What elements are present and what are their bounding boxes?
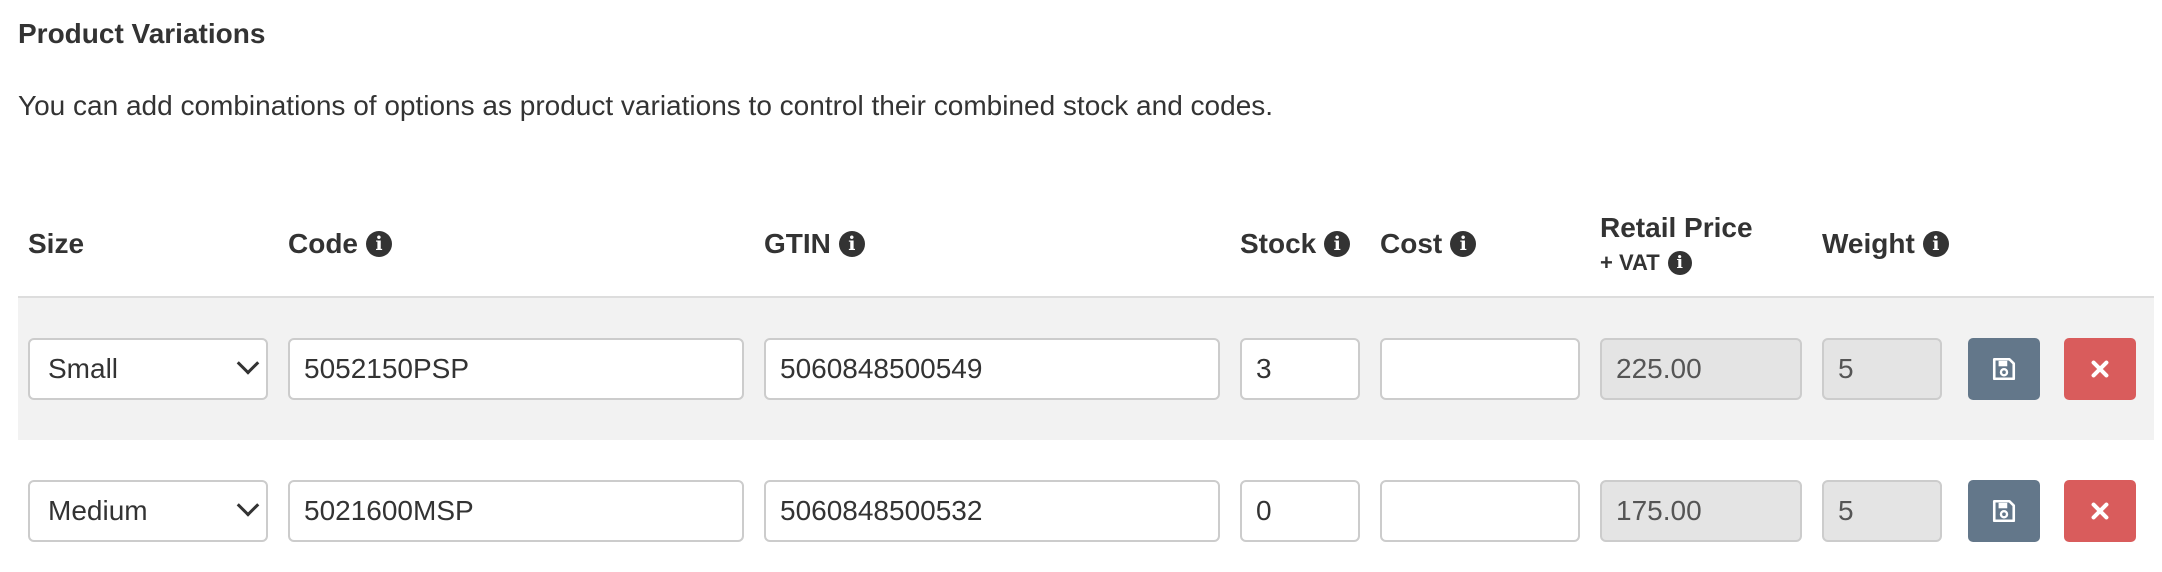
table-row: Small 5052150PSP 5060848500549 3 225.00 … bbox=[18, 298, 2154, 440]
info-icon[interactable]: i bbox=[1324, 231, 1351, 257]
gtin-input[interactable]: 5060848500549 bbox=[764, 338, 1220, 400]
info-icon[interactable]: i bbox=[1667, 251, 1692, 275]
code-input[interactable]: 5021600MSP bbox=[288, 480, 744, 542]
table-row: Medium 5021600MSP 5060848500532 0 175.00… bbox=[18, 440, 2154, 572]
retail-price-field: 175.00 bbox=[1600, 480, 1802, 542]
stock-input[interactable]: 3 bbox=[1240, 338, 1360, 400]
section-description: You can add combinations of options as p… bbox=[18, 90, 1274, 121]
section-title: Product Variations bbox=[18, 18, 266, 49]
weight-field: 5 bbox=[1822, 338, 1942, 400]
save-button[interactable] bbox=[1968, 338, 2040, 400]
info-icon[interactable]: i bbox=[838, 231, 865, 257]
info-icon[interactable]: i bbox=[1450, 231, 1477, 257]
cost-input[interactable] bbox=[1380, 338, 1580, 400]
chevron-down-icon bbox=[236, 352, 260, 375]
floppy-disk-icon bbox=[1992, 499, 2016, 523]
weight-field: 5 bbox=[1822, 480, 1942, 542]
code-input[interactable]: 5052150PSP bbox=[288, 338, 744, 400]
retail-price-vat-note: + VAT i bbox=[1600, 250, 1692, 276]
close-icon bbox=[2091, 502, 2109, 520]
size-select[interactable]: Medium bbox=[28, 480, 268, 542]
column-header-gtin: GTIN i bbox=[764, 212, 865, 276]
column-header-weight: Weight i bbox=[1822, 212, 1949, 276]
retail-price-field: 225.00 bbox=[1600, 338, 1802, 400]
column-header-retail-price: Retail Price + VAT i bbox=[1600, 212, 1753, 276]
chevron-down-icon bbox=[236, 494, 260, 517]
column-header-cost: Cost i bbox=[1380, 212, 1477, 276]
size-select[interactable]: Small bbox=[28, 338, 268, 400]
column-header-size: Size bbox=[28, 228, 85, 259]
delete-button[interactable] bbox=[2064, 338, 2136, 400]
column-header-code: Code i bbox=[288, 212, 392, 276]
floppy-disk-icon bbox=[1992, 357, 2016, 381]
info-icon[interactable]: i bbox=[366, 231, 392, 257]
gtin-input[interactable]: 5060848500532 bbox=[764, 480, 1220, 542]
info-icon[interactable]: i bbox=[1922, 231, 1949, 257]
close-icon bbox=[2091, 360, 2109, 378]
stock-input[interactable]: 0 bbox=[1240, 480, 1360, 542]
table-header: Size Code i GTIN i Stock i Cost i Retail… bbox=[18, 190, 2154, 298]
column-header-stock: Stock i bbox=[1240, 212, 1351, 276]
save-button[interactable] bbox=[1968, 480, 2040, 542]
delete-button[interactable] bbox=[2064, 480, 2136, 542]
variations-table: Size Code i GTIN i Stock i Cost i Retail… bbox=[18, 190, 2154, 572]
cost-input[interactable] bbox=[1380, 480, 1580, 542]
